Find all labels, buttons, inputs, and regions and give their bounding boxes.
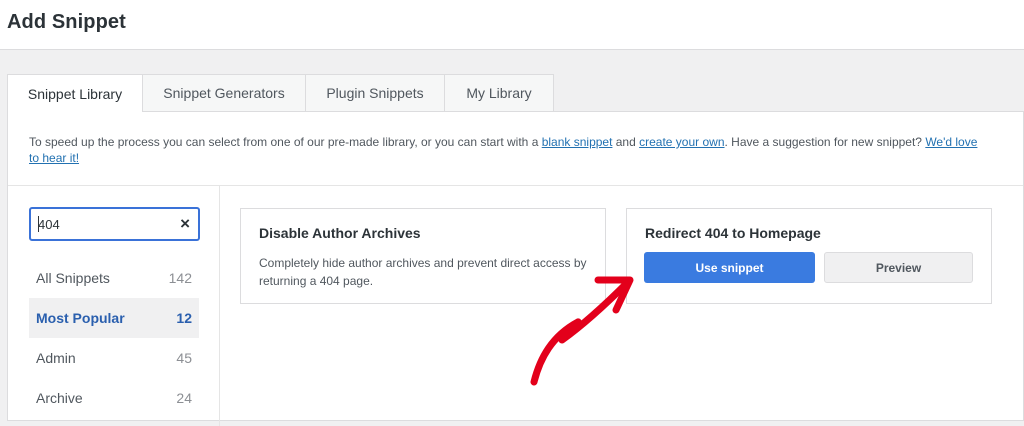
category-most-popular[interactable]: Most Popular 12 (29, 298, 199, 338)
snippet-library-panel: To speed up the process you can select f… (7, 111, 1024, 426)
create-your-own-link[interactable]: create your own (639, 135, 724, 149)
snippet-title: Redirect 404 to Homepage (645, 225, 821, 241)
intro-text-part: To speed up the process you can select f… (29, 135, 542, 149)
category-label: All Snippets (36, 270, 110, 286)
blank-snippet-link[interactable]: blank snippet (542, 135, 613, 149)
tab-bar: Snippet Library Snippet Generators Plugi… (7, 74, 554, 112)
search-value: 404 (38, 217, 60, 232)
divider (8, 185, 1023, 186)
category-count: 142 (168, 270, 192, 286)
tab-plugin-snippets[interactable]: Plugin Snippets (305, 74, 445, 111)
use-snippet-button[interactable]: Use snippet (644, 252, 815, 283)
category-archive[interactable]: Archive 24 (29, 378, 199, 418)
divider (219, 186, 220, 426)
category-label: Admin (36, 350, 76, 366)
category-label: Archive (36, 390, 83, 406)
search-input[interactable]: 404 × (29, 207, 200, 241)
red-arrow-annotation (530, 276, 634, 386)
category-count: 45 (176, 350, 192, 366)
top-bar: Add Snippet (0, 0, 1024, 50)
category-label: Most Popular (36, 310, 125, 326)
category-count: 12 (176, 310, 192, 326)
intro-text: To speed up the process you can select f… (29, 134, 979, 166)
intro-text-part: and (612, 135, 640, 149)
page-title: Add Snippet (7, 11, 126, 33)
snippet-card[interactable]: Redirect 404 to Homepage Use snippet Pre… (626, 208, 992, 304)
intro-text-part: . Have a suggestion for new snippet? (724, 135, 926, 149)
tab-snippet-generators[interactable]: Snippet Generators (142, 74, 306, 111)
tab-snippet-library[interactable]: Snippet Library (7, 74, 143, 112)
tab-my-library[interactable]: My Library (444, 74, 554, 111)
category-count: 24 (176, 390, 192, 406)
snippet-title: Disable Author Archives (259, 225, 421, 241)
arrow-shaft (530, 278, 632, 386)
category-admin[interactable]: Admin 45 (29, 338, 199, 378)
category-list: All Snippets 142 Most Popular 12 Admin 4… (29, 258, 199, 418)
category-all-snippets[interactable]: All Snippets 142 (29, 258, 199, 298)
preview-button[interactable]: Preview (824, 252, 973, 283)
clear-search-icon[interactable]: × (180, 214, 190, 234)
text-cursor (38, 216, 39, 232)
